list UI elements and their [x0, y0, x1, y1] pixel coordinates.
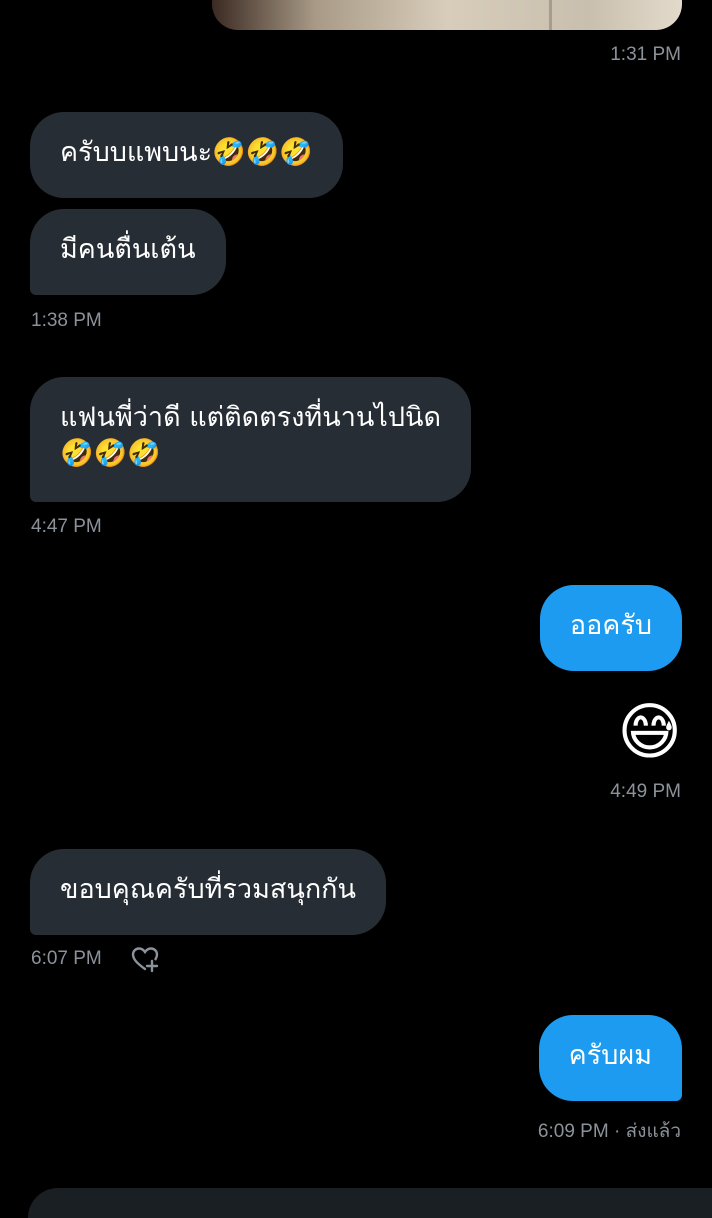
- message-bubble-incoming[interactable]: ขอบคุณครับที่รวมสนุกกัน: [30, 849, 386, 935]
- timestamp: 4:47 PM: [31, 516, 102, 537]
- emoji-message[interactable]: 😅: [617, 697, 682, 767]
- shared-photo-thumbnail[interactable]: [212, 0, 682, 30]
- timestamp: 4:49 PM: [610, 781, 681, 802]
- timestamp-delivery-status: 6:09 PM · ส่งแล้ว: [537, 1121, 681, 1142]
- heart-plus-icon[interactable]: [130, 944, 160, 978]
- next-message-bubble: [28, 1188, 712, 1218]
- message-text-line: แฟนพี่ว่าดี แต่ติดตรงที่นานไปนิด: [60, 402, 442, 433]
- message-bubble-outgoing[interactable]: ครับผม: [538, 1015, 682, 1101]
- message-bubble-incoming[interactable]: ครับบแพบนะ🤣🤣🤣: [30, 112, 343, 198]
- message-bubble-incoming[interactable]: แฟนพี่ว่าดี แต่ติดตรงที่นานไปนิด 🤣🤣🤣: [30, 377, 472, 502]
- timestamp: 1:38 PM: [31, 310, 102, 331]
- timestamp: 6:07 PM: [31, 948, 102, 969]
- message-bubble-incoming[interactable]: มีคนตื่นเต้น: [30, 209, 226, 295]
- message-text-line: 🤣🤣🤣: [60, 438, 161, 469]
- message-bubble-outgoing[interactable]: ออครับ: [539, 585, 682, 671]
- timestamp: 1:31 PM: [610, 44, 681, 65]
